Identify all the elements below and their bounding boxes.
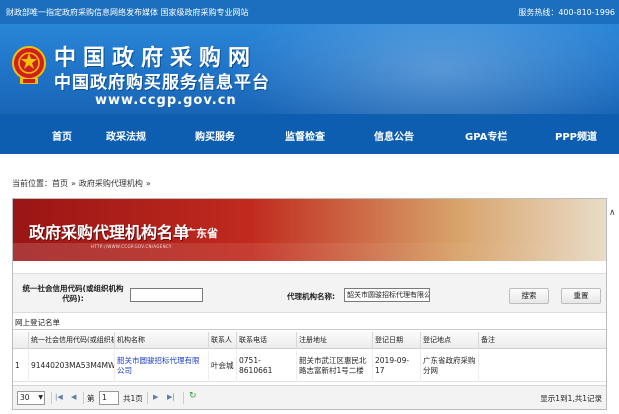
reset-button[interactable]: 重置 [561,288,601,304]
scroll-up-icon[interactable]: ∧ [609,208,616,218]
column-header-place[interactable]: 登记地点 [421,332,479,349]
site-banner: 中国政府采购网 中国政府购买服务信息平台 www.ccgp.gov.cn [0,24,619,114]
agency-name-link[interactable]: 韶关市圆骏招标代理有限公司 [117,356,206,376]
column-header-date[interactable]: 登记日期 [373,332,421,349]
column-header-address[interactable]: 注册地址 [297,332,373,349]
breadcrumb-separator: » [71,179,76,188]
agency-name-input[interactable]: 韶关市圆骏招标代理有限公司 [344,288,430,302]
pager-divider [147,392,148,404]
cell-code: 91440203MA53M4MW15 [29,350,115,382]
service-hotline: 服务热线：400-810-1996 [518,8,615,17]
breadcrumb-home[interactable]: 首页 [52,179,68,188]
cell-contact: 叶会城 [209,350,237,382]
credit-code-label: 统一社会信用代码(或组织机构代码): [22,284,124,303]
column-header-name[interactable]: 机构名称 [115,332,209,349]
page-prefix: 第 [87,394,95,403]
chevron-down-icon: ▼ [38,394,43,401]
last-page-icon[interactable]: ▶| [167,393,175,401]
site-url: www.ccgp.gov.cn [95,93,237,108]
column-header-index [13,332,29,349]
list-subtitle: HTTP://WWW.CCGP.GOV.CN/AGENCY [91,244,172,249]
column-header-phone[interactable]: 联系电话 [237,332,297,349]
column-header-remark[interactable]: 备注 [479,332,606,349]
list-title: 政府采购代理机构名单 [29,223,190,242]
nav-item-home[interactable]: 首页 [52,128,72,143]
prev-page-icon[interactable]: ◀ [71,393,76,401]
breadcrumb: 当前位置：首页» 政府采购代理机构» [12,178,154,189]
pagination-bar: 30 ▼ |◀ ◀ 第 1 共1页 ▶ ▶| ↻ 显示1到1,共1记录 [13,385,606,409]
pagination-info: 显示1到1,共1记录 [540,394,602,403]
top-info-bar: 财政部唯一指定政府采购信息网络发布媒体 国家级政府采购专业网站 服务热线：400… [0,0,619,24]
credit-code-input[interactable] [130,288,203,302]
list-header-banner: 政府采购代理机构名单 广东省 HTTP://WWW.CCGP.GOV.CN/AG… [13,199,606,261]
grid-title: 网上登记名单 [13,316,606,330]
cell-index: 1 [13,350,29,382]
pager-divider [183,392,184,404]
search-button[interactable]: 搜索 [509,288,549,304]
cell-remark [479,350,606,382]
nav-item-regulations[interactable]: 政采法规 [106,128,146,143]
pager-divider [51,392,52,404]
breadcrumb-prefix: 当前位置： [12,179,52,188]
nav-item-purchase-services[interactable]: 购买服务 [195,128,235,143]
page-total: 共1页 [123,394,143,403]
table-row[interactable]: 1 91440203MA53M4MW15 韶关市圆骏招标代理有限公司 叶会城 0… [13,350,606,382]
site-title-sub[interactable]: 中国政府购买服务信息平台 [54,68,270,93]
cell-address: 韶关市武江区惠民北路志富新村1号二楼 [297,350,373,382]
list-region: 广东省 [185,227,218,240]
first-page-icon[interactable]: |◀ [55,393,63,401]
search-form: 统一社会信用代码(或组织机构代码): 代理机构名称: 韶关市圆骏招标代理有限公司… [13,273,606,313]
column-header-contact[interactable]: 联系人 [209,332,237,349]
cell-date: 2019-09-17 [373,350,421,382]
next-page-icon[interactable]: ▶ [153,393,158,401]
banner-glow [230,24,619,114]
column-header-code[interactable]: 统一社会信用代码(或组织机构代码) [29,332,115,349]
nav-item-ppp[interactable]: PPP频道 [555,128,597,143]
cell-name[interactable]: 韶关市圆骏招标代理有限公司 [115,350,209,382]
agency-list-panel: 政府采购代理机构名单 广东省 HTTP://WWW.CCGP.GOV.CN/AG… [12,198,607,410]
agency-name-label: 代理机构名称: [287,292,335,301]
page-size-select[interactable]: 30 ▼ [17,391,45,405]
page-number-input[interactable]: 1 [99,391,119,405]
breadcrumb-trail: » [145,179,151,188]
nav-item-gpa[interactable]: GPA专栏 [465,128,507,143]
pager-divider [83,392,84,404]
cell-phone: 0751-8610661 [237,350,297,382]
refresh-icon[interactable]: ↻ [189,391,197,401]
cell-place: 广东省政府采购分网 [421,350,479,382]
table-header: 统一社会信用代码(或组织机构代码) 机构名称 联系人 联系电话 注册地址 登记日… [13,332,606,349]
main-nav: 首页 政采法规 购买服务 监督检查 信息公告 GPA专栏 PPP频道 [0,114,619,154]
site-slogan: 财政部唯一指定政府采购信息网络发布媒体 国家级政府采购专业网站 [6,8,249,17]
national-emblem-icon[interactable] [11,45,47,87]
nav-item-supervision[interactable]: 监督检查 [285,128,325,143]
breadcrumb-current[interactable]: 政府采购代理机构 [79,179,143,188]
nav-item-announcements[interactable]: 信息公告 [374,128,414,143]
